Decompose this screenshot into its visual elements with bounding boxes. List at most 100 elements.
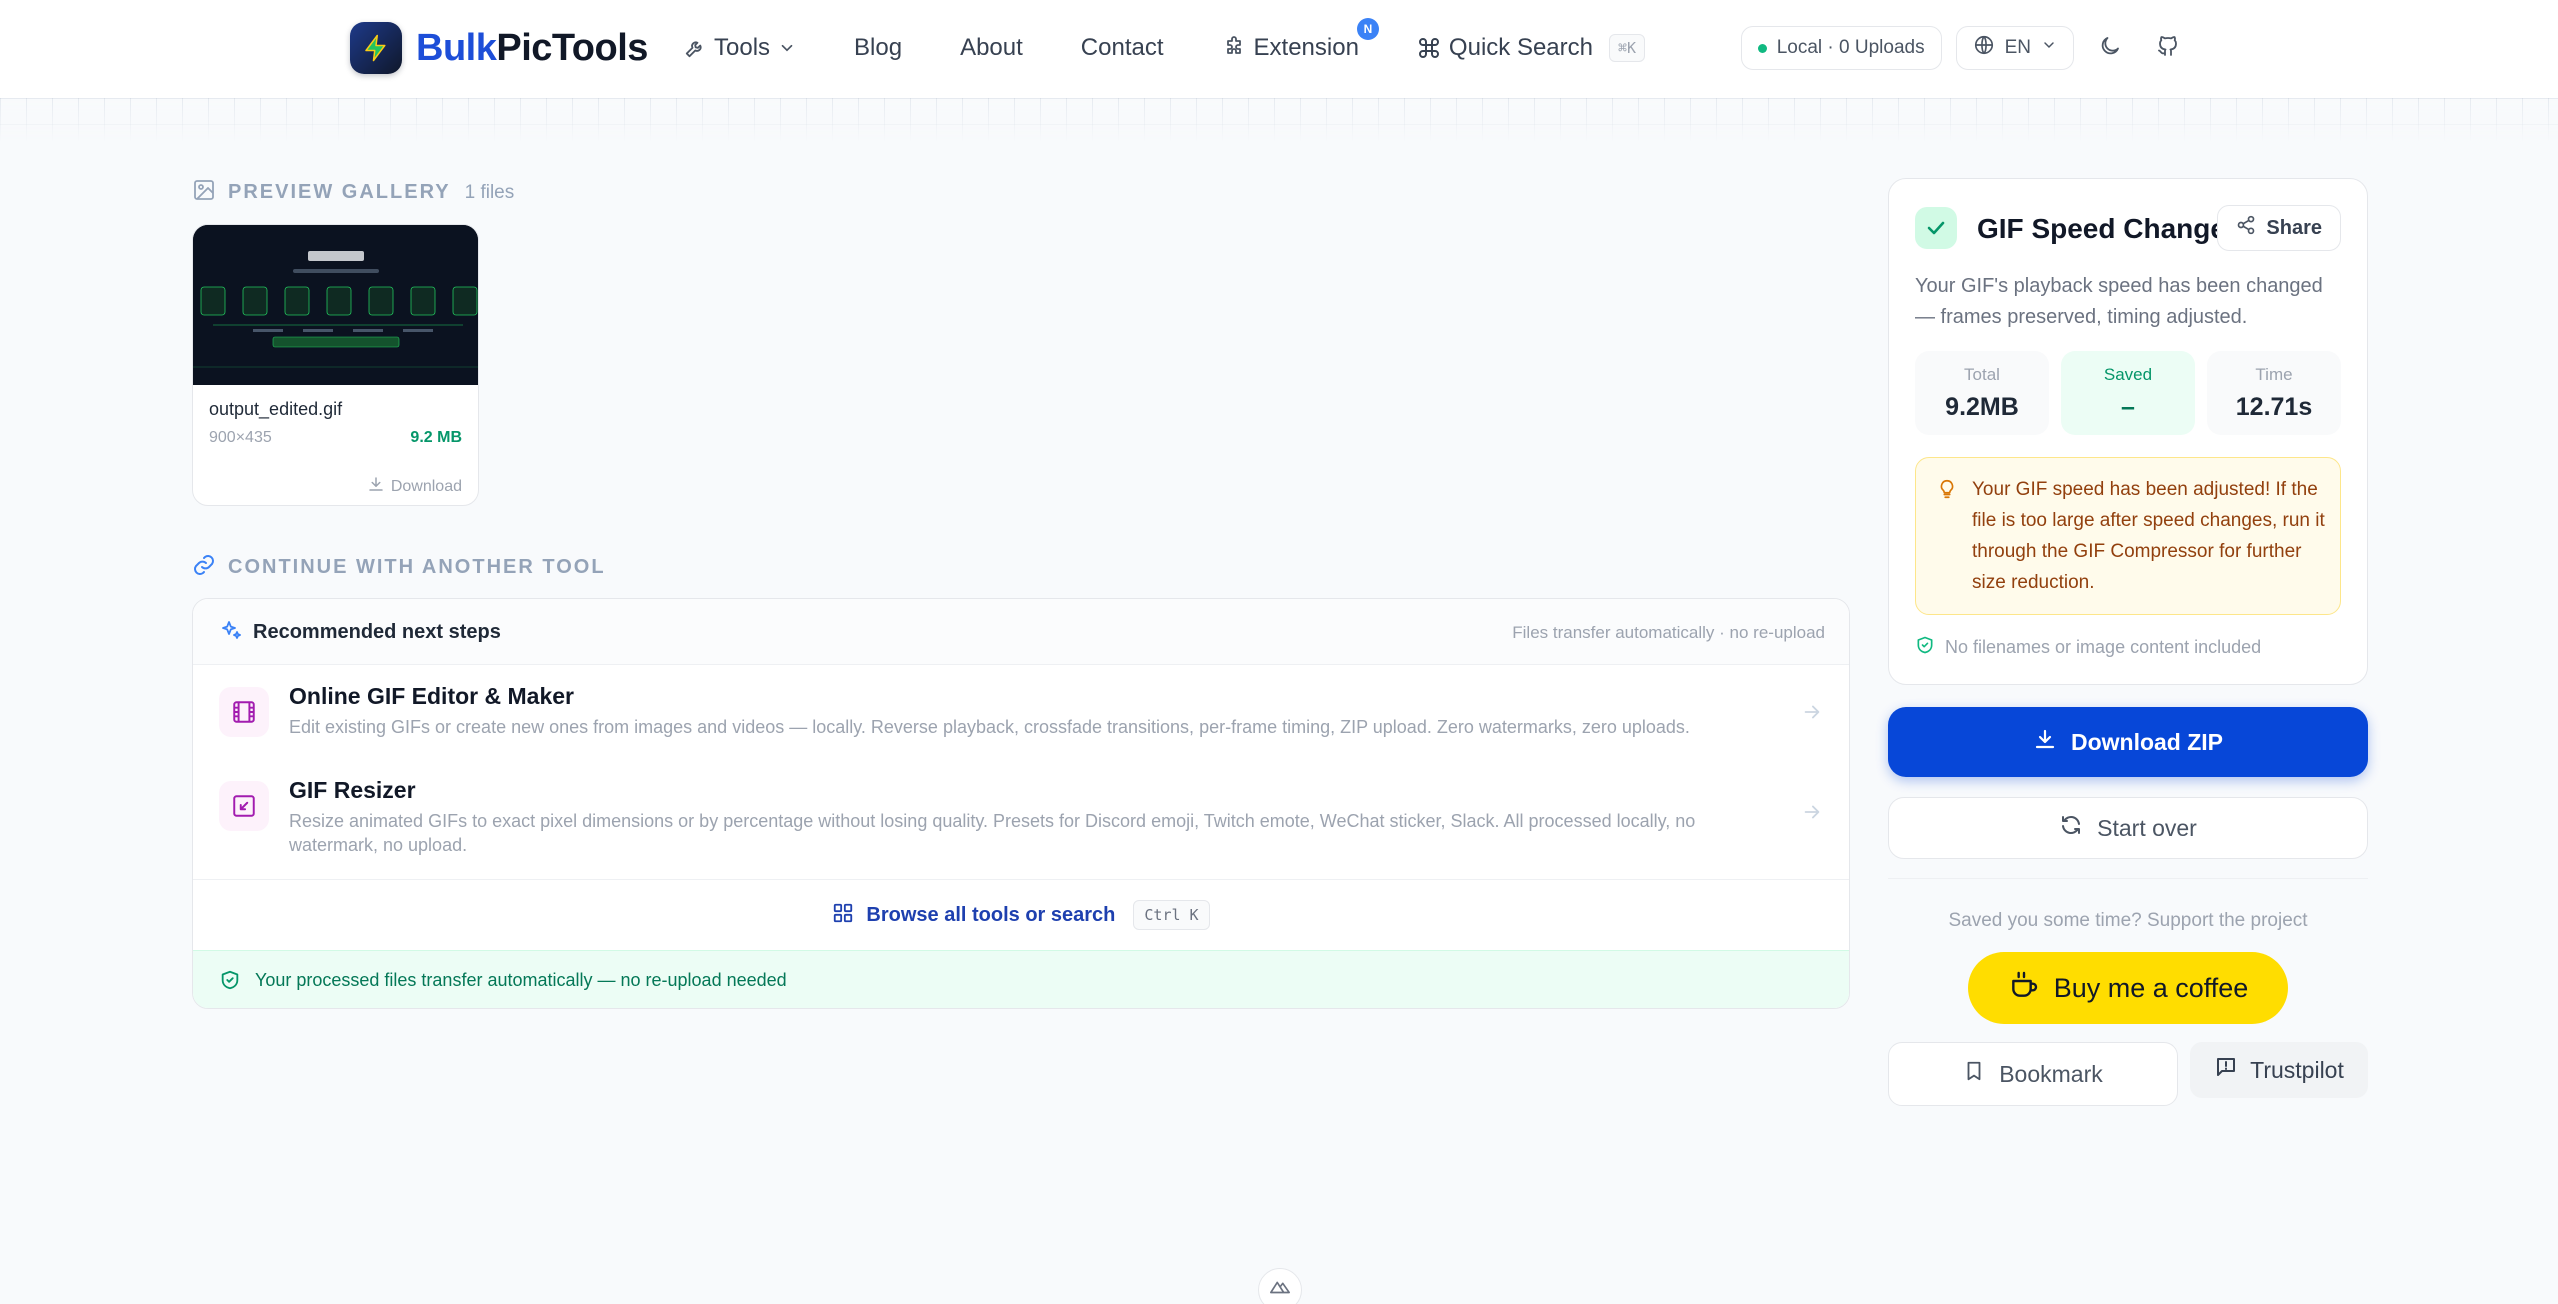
header-grid-pattern <box>0 98 2558 142</box>
browse-all-tools-link[interactable]: Browse all tools or search Ctrl K <box>193 879 1849 951</box>
stat-time-value: 12.71s <box>2235 393 2313 421</box>
stat-total-label: Total <box>1964 365 2000 384</box>
wrench-icon <box>684 37 706 59</box>
stat-saved-value: – <box>2121 393 2135 421</box>
continue-title: CONTINUE WITH ANOTHER TOOL <box>228 556 606 578</box>
browse-shortcut: Ctrl K <box>1133 900 1210 930</box>
chevron-down-icon <box>2041 37 2057 59</box>
message-square-icon <box>2214 1055 2238 1085</box>
header-actions: Local · 0 Uploads EN <box>1740 26 2190 70</box>
chevron-down-icon <box>778 39 796 57</box>
speed-tip: Your GIF speed has been adjusted! If the… <box>1915 457 2341 615</box>
brand-logo[interactable]: BulkPicTools <box>350 22 648 74</box>
lightning-icon <box>350 22 402 74</box>
nav-extension[interactable]: Extension N <box>1222 18 1379 62</box>
gif-thumbnail[interactable] <box>193 225 478 385</box>
command-icon <box>1417 36 1441 60</box>
bottom-floating-button[interactable] <box>1258 1268 1302 1304</box>
browse-all-label: Browse all tools or search <box>866 903 1116 926</box>
file-download-link[interactable]: Download <box>367 475 462 498</box>
dark-mode-toggle[interactable] <box>2088 26 2132 70</box>
lightbulb-icon <box>1936 478 1958 505</box>
divider <box>1888 878 2368 879</box>
recommended-header: Recommended next steps Files transfer au… <box>193 599 1849 665</box>
tool-row-gif-editor[interactable]: Online GIF Editor & Maker Edit existing … <box>193 665 1849 761</box>
tool-title: GIF Speed Changer <box>1977 213 2237 244</box>
download-icon <box>367 475 385 498</box>
file-size: 9.2 MB <box>410 429 462 446</box>
film-icon <box>219 687 269 737</box>
quick-search-shortcut: ⌘K <box>1608 34 1646 62</box>
tool-description: Edit existing GIFs or create new ones fr… <box>289 717 1690 737</box>
file-dimensions: 900×435 <box>209 429 272 446</box>
file-download-label: Download <box>390 477 462 495</box>
buy-me-a-coffee-button[interactable]: Buy me a coffee <box>1968 952 2288 1024</box>
preview-gallery-title: PREVIEW GALLERY <box>228 181 451 203</box>
link-icon <box>192 553 216 582</box>
auto-transfer-note: Your processed files transfer automatica… <box>193 950 1849 1008</box>
recommended-note: Files transfer automatically · no re-upl… <box>1512 623 1825 642</box>
moon-icon <box>2098 34 2122 63</box>
start-over-button[interactable]: Start over <box>1888 797 2368 859</box>
result-summary-card: GIF Speed Changer Share Your GIF's playb… <box>1888 178 2368 685</box>
download-icon <box>2033 727 2057 757</box>
nav-contact[interactable]: Contact <box>1081 34 1164 62</box>
language-selector[interactable]: EN <box>1955 26 2074 70</box>
trustpilot-button[interactable]: Trustpilot <box>2190 1042 2368 1098</box>
shield-check-icon <box>1915 635 1935 660</box>
recommended-title: Recommended next steps <box>253 621 501 643</box>
bookmark-button[interactable]: Bookmark <box>1888 1042 2178 1106</box>
nav-about[interactable]: About <box>960 34 1023 62</box>
github-link[interactable] <box>2146 26 2190 70</box>
share-label: Share <box>2266 216 2322 239</box>
stat-saved-label: Saved <box>2103 365 2153 384</box>
trustpilot-label: Trustpilot <box>2250 1056 2344 1083</box>
nav-extension-label: Extension <box>1253 34 1359 61</box>
globe-icon <box>1973 34 1995 62</box>
stat-time-label: Time <box>2255 365 2293 384</box>
local-status-pill[interactable]: Local · 0 Uploads <box>1740 26 1942 70</box>
stat-total: Total 9.2MB <box>1915 351 2049 435</box>
file-name: output_edited.gif <box>209 399 343 419</box>
grid-icon <box>832 902 854 929</box>
result-description: Your GIF's playback speed has been chang… <box>1915 275 2323 328</box>
nav-tools-label: Tools <box>714 34 771 61</box>
download-zip-button[interactable]: Download ZIP <box>1888 707 2368 777</box>
nav-blog[interactable]: Blog <box>854 34 902 62</box>
coffee-label: Buy me a coffee <box>2053 972 2249 1003</box>
image-icon <box>192 178 216 207</box>
stat-time: Time 12.71s <box>2207 351 2341 435</box>
nav-quick-search-label: Quick Search <box>1448 34 1593 61</box>
share-icon <box>2236 215 2256 241</box>
refresh-icon <box>2059 813 2083 843</box>
privacy-text: No filenames or image content included <box>1945 637 2262 657</box>
tool-name: Online GIF Editor & Maker <box>289 683 574 709</box>
file-preview-card[interactable]: output_edited.gif 900×435 9.2 MB Downloa… <box>192 224 479 506</box>
puzzle-icon <box>1222 36 1246 60</box>
share-button[interactable]: Share <box>2217 205 2341 251</box>
stat-saved: Saved – <box>2061 351 2195 435</box>
brand-name: BulkPicTools <box>416 26 648 69</box>
main-nav: Tools Blog About Contact Extension N Qui… <box>684 18 1703 68</box>
check-icon <box>1915 207 1957 249</box>
coffee-cup-icon <box>2008 969 2040 1008</box>
tool-row-gif-resizer[interactable]: GIF Resizer Resize animated GIFs to exac… <box>193 761 1849 879</box>
start-over-label: Start over <box>2097 814 2197 841</box>
new-badge: N <box>1356 18 1379 40</box>
recommended-tools-panel: Recommended next steps Files transfer au… <box>192 598 1850 1009</box>
nav-tools[interactable]: Tools <box>684 34 796 62</box>
stat-total-value: 9.2MB <box>1945 393 2019 421</box>
arrow-right-icon <box>1801 801 1823 828</box>
privacy-note: No filenames or image content included <box>1915 635 2261 660</box>
github-icon <box>2156 34 2180 63</box>
speed-tip-text: Your GIF speed has been adjusted! If the… <box>1972 479 2325 593</box>
nav-quick-search[interactable]: Quick Search ⌘K <box>1417 34 1646 62</box>
bookmark-icon <box>1963 1060 1985 1088</box>
arrow-right-icon <box>1801 701 1823 728</box>
sparkles-icon <box>219 619 243 648</box>
mountain-icon <box>1269 1279 1291 1300</box>
preview-gallery-header: PREVIEW GALLERY 1 files <box>192 178 514 207</box>
top-header: BulkPicTools Tools Blog About Contact Ex… <box>0 0 2558 98</box>
shield-check-icon <box>219 969 241 996</box>
resize-icon <box>219 781 269 831</box>
